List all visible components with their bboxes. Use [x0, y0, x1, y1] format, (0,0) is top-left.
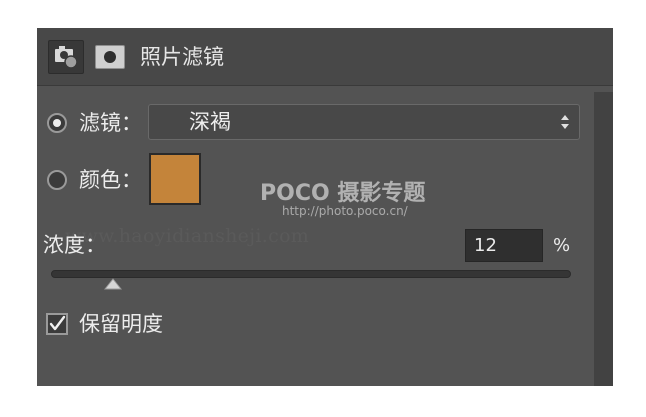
panel-header: 照片滤镜 [37, 28, 613, 86]
checkmark-icon [49, 315, 66, 331]
color-label: 颜色： [79, 168, 142, 192]
density-unit: % [553, 235, 571, 256]
density-slider-track[interactable] [51, 270, 571, 278]
filter-select-value: 深褐 [189, 110, 231, 134]
density-label: 浓度： [43, 233, 106, 257]
select-arrows-icon [561, 115, 569, 129]
filter-radio[interactable] [47, 113, 67, 133]
preserve-luminosity-checkbox[interactable] [46, 313, 68, 335]
photo-filter-panel: 照片滤镜 滤镜： 深褐 颜色： POCO 摄影专题 http://photo.p… [37, 28, 613, 386]
preserve-luminosity-label: 保留明度 [79, 312, 163, 336]
density-slider-thumb[interactable] [104, 278, 123, 290]
radio-selected-dot [53, 119, 61, 127]
panel-scrollbar[interactable] [594, 92, 613, 386]
camera-filter-icon[interactable] [48, 40, 84, 74]
density-input[interactable]: 12 [465, 229, 543, 262]
filter-select[interactable]: 深褐 [148, 104, 580, 140]
filter-label: 滤镜： [79, 111, 142, 135]
layer-mask-icon[interactable] [95, 45, 125, 69]
panel-title: 照片滤镜 [140, 45, 224, 69]
color-radio[interactable] [47, 170, 67, 190]
poco-url-watermark: http://photo.poco.cn/ [282, 204, 408, 218]
color-swatch[interactable] [149, 153, 201, 205]
